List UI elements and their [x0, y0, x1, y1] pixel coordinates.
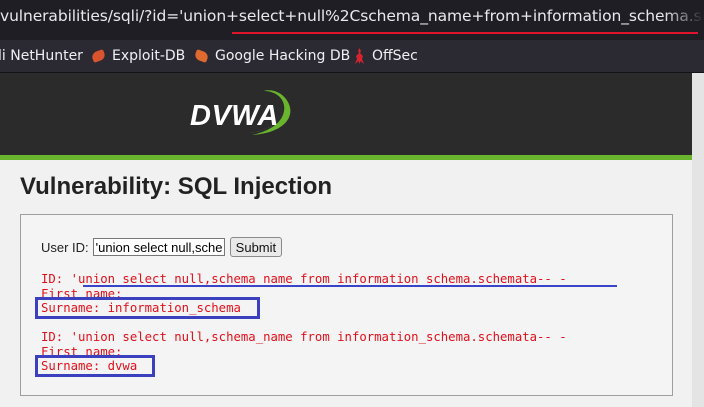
blue-annotation-box — [35, 297, 260, 319]
dvwa-logo[interactable]: DVWA — [190, 85, 300, 143]
header-accent-line — [0, 155, 692, 160]
exploit-db-icon — [90, 49, 107, 63]
logo-text: DVWA — [190, 100, 279, 132]
blue-annotation-box — [35, 355, 155, 377]
blue-annotation-underline — [83, 285, 617, 287]
dvwa-header: DVWA — [0, 73, 692, 155]
bookmarks-toolbar: li NetHunter Exploit-DB Google Hacking D… — [0, 40, 704, 73]
bookmark-nethunter[interactable]: li NetHunter — [0, 46, 83, 66]
url-fade — [664, 0, 704, 40]
red-annotation-underline — [232, 32, 698, 34]
page-scroll-gutter — [692, 73, 704, 407]
address-bar[interactable]: vulnerabilities/sqli/?id='union+select+n… — [0, 0, 704, 40]
user-id-input[interactable] — [92, 238, 225, 256]
bookmark-label: Google Hacking DB — [215, 48, 351, 64]
page-content: DVWA Vulnerability: SQL Injection User I… — [0, 73, 704, 407]
submit-button[interactable]: Submit — [229, 237, 283, 257]
bookmark-exploit-db[interactable]: Exploit-DB — [90, 46, 186, 66]
user-id-form: User ID: Submit — [41, 237, 283, 257]
result-id-line: ID: 'union select null,schema_name from … — [41, 330, 567, 344]
user-id-label: User ID: — [41, 239, 89, 255]
ghdb-icon — [193, 49, 210, 63]
page-title: Vulnerability: SQL Injection — [20, 173, 333, 200]
bookmark-ghdb[interactable]: Google Hacking DB — [193, 46, 351, 66]
bookmark-label: Exploit-DB — [112, 48, 186, 64]
bookmark-label: li NetHunter — [0, 48, 83, 64]
url-text[interactable]: vulnerabilities/sqli/?id='union+select+n… — [0, 7, 704, 25]
vulnerable-code-area: User ID: Submit ID: 'union select null,s… — [20, 214, 673, 396]
bookmark-offsec[interactable]: OffSec — [354, 46, 418, 66]
offsec-icon — [355, 48, 364, 64]
bookmark-label: OffSec — [372, 48, 418, 64]
